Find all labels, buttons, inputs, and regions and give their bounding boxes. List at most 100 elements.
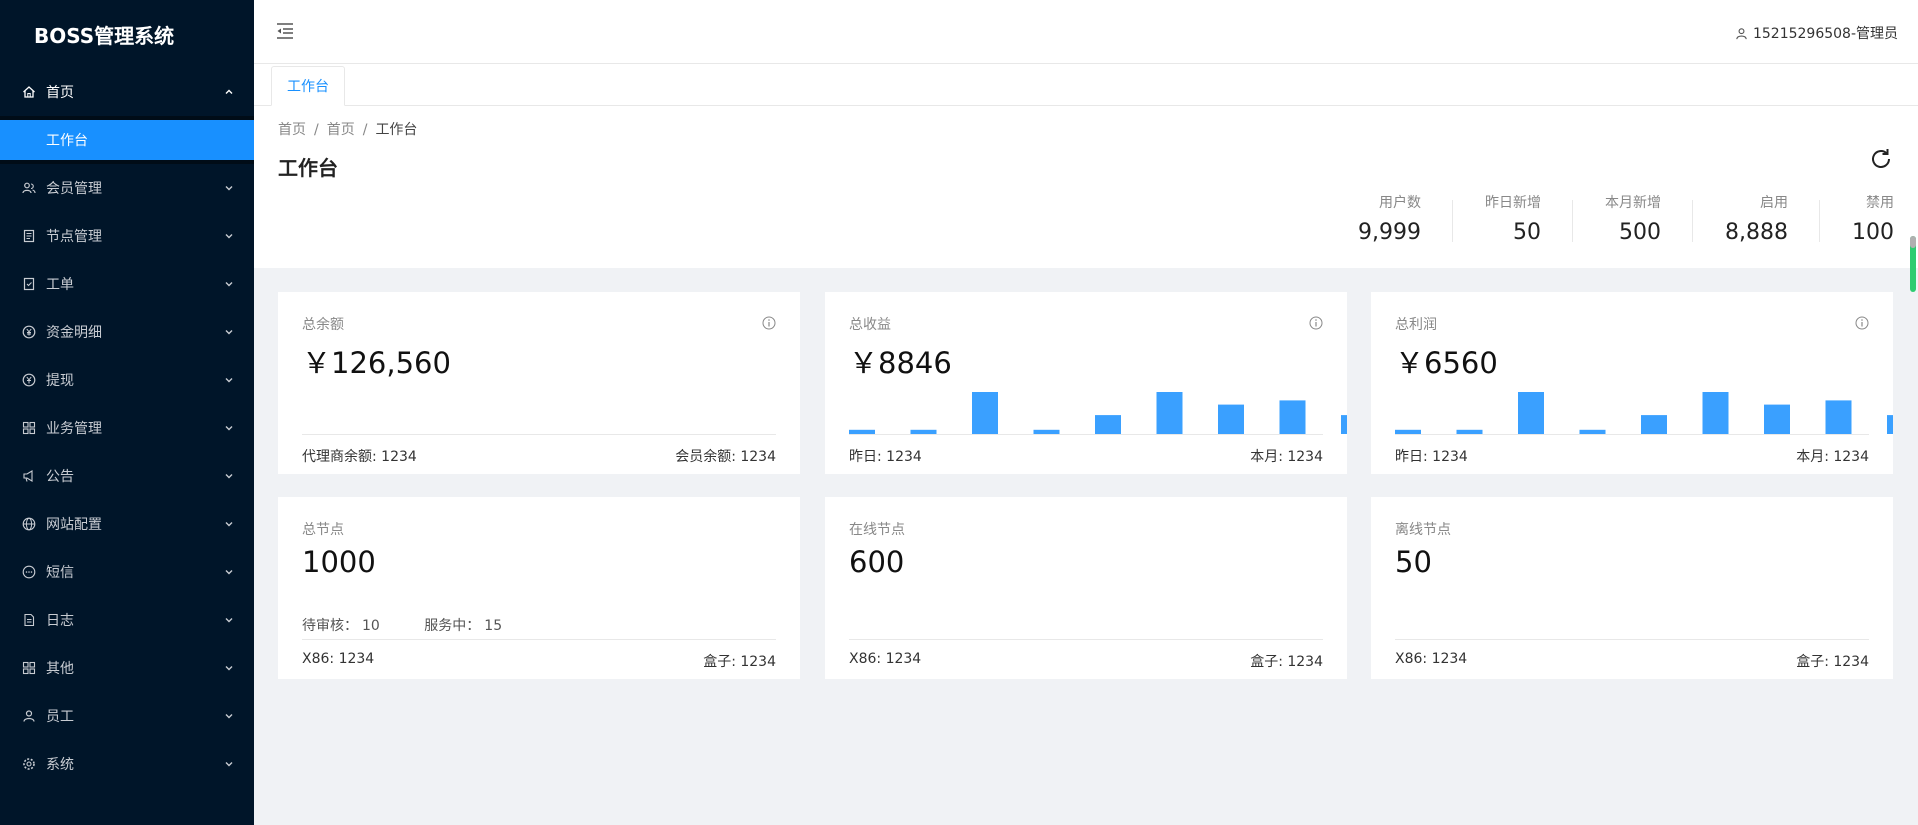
sidebar-item-announcements[interactable]: 公告 [0,452,254,500]
sidebar-item-label: 工单 [46,277,74,293]
sidebar-item-members[interactable]: 会员管理 [0,164,254,212]
stat-enabled: 启用 8,888 [1693,192,1820,245]
stat-disabled: 禁用 100 [1820,192,1894,245]
breadcrumb-separator: / [314,122,319,138]
sidebar-item-withdraw[interactable]: 提现 [0,356,254,404]
gear-icon [22,757,36,771]
chevron-down-icon [225,378,233,383]
sidebar-item-other[interactable]: 其他 [0,644,254,692]
card-footer: 昨日: 1234 本月: 1234 [1395,446,1869,466]
page-title: 工作台 [278,156,338,180]
chevron-down-icon [225,234,233,239]
footer-right: 本月: 1234 [1250,449,1323,465]
reload-icon[interactable] [1868,146,1894,172]
chevron-down-icon [225,762,233,767]
footer-right: 会员余额: 1234 [675,449,776,465]
profit-bar-chart [1395,392,1893,434]
footer-right: 盒子: 1234 [1250,654,1323,670]
chart-bar [1279,400,1306,434]
chevron-down-icon [225,522,233,527]
stat-label: 用户数 [1379,195,1422,211]
sidebar-item-label: 节点管理 [46,229,102,245]
stat-label: 本月新增 [1605,195,1662,211]
chevron-down-icon [225,618,233,623]
info-icon[interactable] [1855,316,1869,330]
footer-left: 代理商余额: 1234 [302,449,417,465]
divider [849,434,1323,435]
chevron-down-icon [225,666,233,671]
chart-bar [1095,415,1121,434]
info-icon[interactable] [762,316,776,330]
pending-value: 10 [362,618,380,634]
chevron-down-icon [225,330,233,335]
sidebar-item-nodes[interactable]: 节点管理 [0,212,254,260]
scrollbar-thumb[interactable] [1910,236,1916,248]
sidebar-item-label: 公告 [46,469,74,485]
user-stats: 用户数 9,999 昨日新增 50 本月新增 500 启用 8,888 禁用 1… [1326,192,1894,245]
card-online-nodes: 在线节点 600 X86: 1234 盒子: 1234 [825,497,1347,679]
sidebar-item-logs[interactable]: 日志 [0,596,254,644]
sidebar-item-business[interactable]: 业务管理 [0,404,254,452]
sidebar-item-staff[interactable]: 员工 [0,692,254,740]
card-footer: X86: 1234 盒子: 1234 [849,651,1323,671]
card-title: 总节点 [302,522,344,538]
footer-left: X86: 1234 [849,651,922,667]
chart-bar [1641,415,1667,434]
chevron-down-icon [225,282,233,287]
stat-label: 禁用 [1866,195,1894,211]
ticket-icon [22,277,36,291]
app-logo: BOSS管理系统 [34,23,175,48]
yen-icon [22,325,36,339]
chart-bar [1218,404,1244,434]
chevron-down-icon [225,570,233,575]
card-value: ￥8846 [849,346,952,380]
chevron-up-icon [225,89,233,94]
sidebar-item-funds[interactable]: 资金明细 [0,308,254,356]
sidebar-item-label: 系统 [46,757,74,773]
sidebar-item-site-config[interactable]: 网站配置 [0,500,254,548]
users-icon [22,181,36,195]
chart-bar [972,392,998,434]
apps-icon [22,661,36,675]
sidebar-item-label: 业务管理 [46,421,102,437]
sidebar-item-sms[interactable]: 短信 [0,548,254,596]
sidebar-item-label: 短信 [46,565,74,581]
sidebar: BOSS管理系统 首页 工作台 会员管理 节点管理 工单 资金明细 提现 业务管… [0,0,254,825]
user-menu[interactable]: 15215296508-管理员 [1735,23,1898,43]
menu-fold-icon[interactable] [276,22,294,40]
user-name: 15215296508-管理员 [1752,26,1898,42]
divider [1395,434,1869,435]
chart-bar [1341,415,1347,434]
card-total-income: 总收益 ￥8846 昨日: 1234 本月: 1234 [825,292,1347,474]
breadcrumb-item[interactable]: 首页 [327,122,355,138]
stat-value: 8,888 [1725,220,1788,245]
stat-new-month: 本月新增 500 [1573,192,1694,245]
divider [1395,639,1869,640]
sidebar-subitem-workbench[interactable]: 工作台 [0,120,254,160]
footer-right: 本月: 1234 [1796,449,1869,465]
info-icon[interactable] [1309,316,1323,330]
breadcrumb-item[interactable]: 首页 [278,122,306,138]
chart-bar [1156,392,1183,434]
tab-workbench[interactable]: 工作台 [271,66,345,106]
stat-new-yesterday: 昨日新增 50 [1453,192,1574,245]
stat-users: 用户数 9,999 [1326,192,1453,245]
card-value: ￥6560 [1395,346,1498,380]
node-status: 待审核： 10 服务中： 15 [302,615,542,635]
sidebar-item-label: 日志 [46,613,74,629]
sidebar-item-tickets[interactable]: 工单 [0,260,254,308]
footer-right: 盒子: 1234 [1796,654,1869,670]
user-icon [1736,27,1747,39]
card-title: 总余额 [302,317,344,333]
sidebar-item-home[interactable]: 首页 [0,68,254,116]
card-value: 50 [1395,545,1432,579]
grid-icon [22,421,36,435]
chart-bar [1702,392,1729,434]
divider [849,639,1323,640]
card-footer: 代理商余额: 1234 会员余额: 1234 [302,446,776,466]
top-header: 15215296508-管理员 [254,0,1918,64]
sidebar-item-system[interactable]: 系统 [0,740,254,788]
serving-value: 15 [484,618,503,634]
sidebar-item-label: 首页 [46,85,74,101]
card-value: ￥126,560 [302,346,451,380]
